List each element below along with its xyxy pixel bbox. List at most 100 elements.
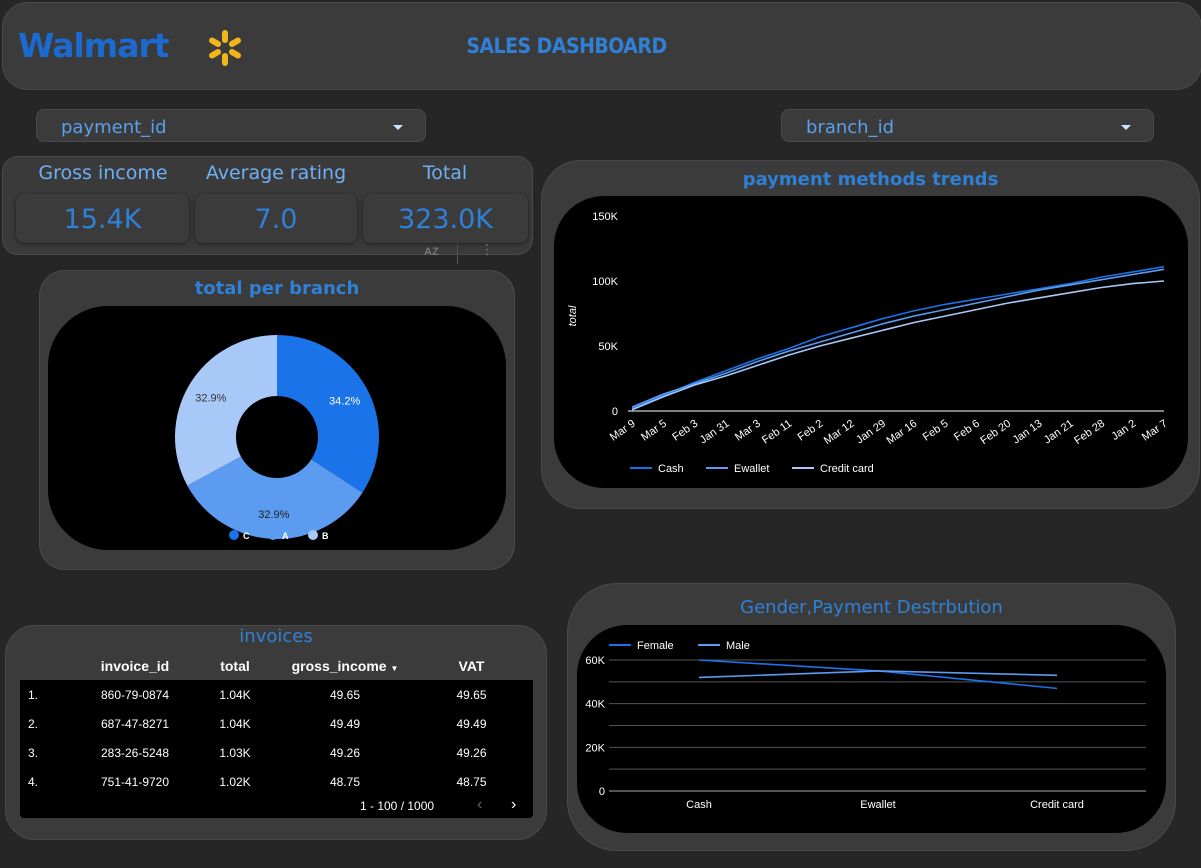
x-tick-label: Mar 7 — [1140, 418, 1170, 444]
cell-gross-income: 49.26 — [329, 745, 361, 760]
x-tick-label: Feb 2 — [796, 418, 826, 444]
kpi-label-total: Total — [422, 162, 468, 184]
kpi-label-average-rating: Average rating — [205, 162, 347, 184]
col-header-total[interactable]: total — [190, 652, 280, 680]
legend-label: Cash — [658, 463, 684, 475]
more-options-icon[interactable]: ⋮ — [480, 242, 494, 256]
x-tick-label: Feb 20 — [978, 418, 1013, 447]
cell-invoice-id: 860-79-0874 — [100, 687, 170, 702]
sort-desc-icon: ▼ — [390, 664, 399, 673]
pie-slice-b — [175, 335, 277, 486]
y-tick-label: 0 — [612, 406, 618, 418]
y-tick-label: 40K — [585, 699, 605, 711]
cell-gross-income: 49.65 — [329, 687, 361, 702]
cell-vat: 49.49 — [456, 716, 487, 731]
legend-label: Credit card — [820, 463, 874, 475]
pie-legend-marker — [268, 530, 278, 540]
cell-vat: 48.75 — [456, 774, 487, 789]
col-header-invoice-id[interactable]: invoice_id — [80, 652, 190, 680]
pie-legend-marker — [229, 530, 239, 540]
col-header-gross-income[interactable]: gross_income ▼ — [280, 652, 410, 680]
invoices-title: invoices — [239, 626, 313, 647]
pie-chart-title: total per branch — [194, 278, 360, 299]
branch-filter-dropdown[interactable]: branch_id — [781, 109, 1154, 142]
x-tick-label: Jan 13 — [1011, 418, 1045, 447]
prev-page-chevron-icon[interactable]: ‹ — [477, 796, 482, 814]
x-tick-label: Feb 6 — [952, 418, 982, 444]
branch-filter-label: branch_id — [806, 117, 894, 138]
cell-total: 1.03K — [219, 745, 251, 760]
x-tick-label: Mar 16 — [884, 418, 919, 447]
payment-trends-title: payment methods trends — [742, 169, 999, 190]
sort-az-icon[interactable]: AZ — [424, 246, 439, 258]
chevron-down-icon — [393, 125, 403, 130]
x-tick-label: Mar 12 — [822, 418, 857, 447]
x-tick-label: Mar 3 — [733, 418, 763, 444]
series-line-cash — [631, 265, 1165, 410]
x-tick-label: Jan 29 — [854, 418, 888, 447]
payment-filter-dropdown[interactable]: payment_id — [36, 109, 426, 142]
kpi-card-total: 323.0K — [363, 194, 528, 243]
x-tick-label: Jan 2 — [1109, 418, 1138, 443]
cell-vat: 49.26 — [456, 745, 487, 760]
row-number: 1. — [28, 687, 39, 702]
chevron-down-icon — [1121, 125, 1131, 130]
y-tick-label: 100K — [592, 276, 618, 288]
invoices-table: invoice_id total gross_income ▼ VAT 1. 8… — [20, 652, 533, 818]
x-tick-label: Ewallet — [860, 799, 895, 811]
x-tick-label: Jan 21 — [1042, 418, 1076, 447]
row-number: 3. — [28, 745, 39, 760]
pie-slice-label: 34.2% — [329, 395, 360, 407]
next-page-chevron-icon[interactable]: › — [511, 796, 516, 814]
pie-legend-label: B — [322, 531, 329, 541]
gender-payment-title: Gender,Payment Destrbution — [740, 597, 1003, 618]
y-tick-label: 20K — [585, 742, 605, 754]
y-tick-label: 150K — [592, 211, 618, 223]
series-line-male — [698, 670, 1058, 679]
pie-chart: 34.2% 32.9% 32.9% C A B — [175, 335, 379, 541]
cell-invoice-id: 687-47-8271 — [100, 716, 170, 731]
kpi-label-gross-income: Gross income — [38, 162, 168, 184]
table-row[interactable]: 2. 687-47-8271 1.04K 49.49 49.49 — [20, 709, 533, 738]
pagination-text: 1 - 100 / 1000 — [360, 799, 435, 813]
pie-legend-label: A — [282, 531, 289, 541]
cell-invoice-id: 751-41-9720 — [100, 774, 170, 789]
x-tick-label: Mar 9 — [608, 418, 638, 444]
pie-legend-label: C — [243, 531, 250, 541]
table-row[interactable]: 3. 283-26-5248 1.03K 49.26 49.26 — [20, 738, 533, 767]
cell-total: 1.04K — [219, 687, 251, 702]
page-title: SALES DASHBOARD — [466, 34, 667, 58]
kpi-value-total: 323.0K — [397, 204, 493, 235]
y-tick-label: 0 — [599, 786, 605, 798]
col-header-vat[interactable]: VAT — [410, 652, 533, 680]
table-row[interactable]: 1. 860-79-0874 1.04K 49.65 49.65 — [20, 680, 533, 709]
y-tick-label: 50K — [598, 341, 618, 353]
walmart-logo: Walmart — [18, 26, 170, 65]
payment-trends-chart: 050K100K150KtotalMar 9 Mar 5 Feb 3Jan 31 Ma… — [567, 211, 1170, 475]
x-tick-label: Feb 3 — [670, 418, 700, 444]
kpi-card-gross-income: 15.4K — [16, 194, 189, 243]
x-tick-label: Feb 5 — [921, 418, 951, 444]
payment-filter-label: payment_id — [61, 117, 167, 138]
row-number: 2. — [28, 716, 39, 731]
legend-label: Ewallet — [734, 463, 769, 475]
cell-total: 1.02K — [219, 774, 251, 789]
pie-slice-label: 32.9% — [195, 393, 226, 405]
y-tick-label: 60K — [585, 655, 605, 667]
x-tick-label: Feb 28 — [1072, 418, 1107, 447]
cell-gross-income: 48.75 — [329, 774, 361, 789]
walmart-spark-icon — [209, 30, 241, 66]
toolbar-divider — [457, 244, 458, 264]
legend-label: Male — [726, 640, 750, 652]
col-header-gross-income-label: gross_income — [291, 658, 387, 674]
y-axis-label: total — [567, 305, 579, 326]
pie-slice-c — [277, 335, 379, 493]
cell-gross-income: 49.49 — [329, 716, 361, 731]
series-line-credit-card — [631, 280, 1165, 411]
pie-legend-marker — [308, 530, 318, 540]
cell-invoice-id: 283-26-5248 — [100, 745, 170, 760]
table-row[interactable]: 4. 751-41-9720 1.02K 48.75 48.75 — [20, 767, 533, 796]
cell-total: 1.04K — [219, 716, 251, 731]
pie-slice-label: 32.9% — [258, 509, 289, 521]
row-number: 4. — [28, 774, 39, 789]
